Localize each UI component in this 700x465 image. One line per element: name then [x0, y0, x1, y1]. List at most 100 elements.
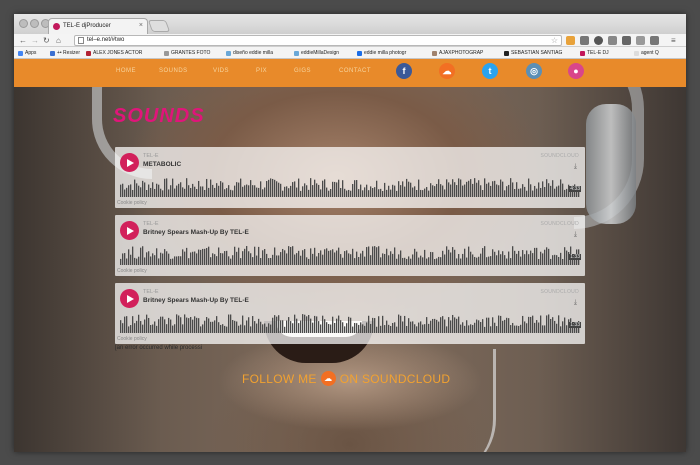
bookmark-icon [50, 50, 55, 56]
browser-window: TEL-E djProducer × ← → ↻ ⌂ tel–e.net/#tw… [14, 14, 686, 452]
bookmarks-bar: Apps +• Resizer ALEX JONES ACTOR GRANTES FO… [14, 47, 686, 59]
follow-text: FOLLOW ME [242, 371, 317, 386]
track-title[interactable]: METABOLIC [143, 161, 181, 168]
tab-title: TEL-E djProducer [63, 23, 111, 29]
instagram-icon[interactable]: ◎ [526, 63, 542, 79]
home-icon[interactable]: ⌂ [56, 35, 61, 46]
waveform[interactable] [120, 313, 580, 333]
bookmark-label: Apps [25, 50, 37, 56]
browser-toolbar: ← → ↻ ⌂ tel–e.net/#two ☆ ≡ [14, 34, 686, 47]
track-duration: 1:33 [569, 322, 581, 328]
page-viewport: HOME SOUNDS VIDS PIX GIGS CONTACT f ☁ t ◎ ● SOUNDS… [14, 59, 686, 452]
soundcloud-player: TEL-E Britney Spears Mash-Up By TEL-E SOUN… [115, 283, 585, 344]
bookmark-icon [432, 50, 437, 56]
soundcloud-icon: ☁ [320, 371, 336, 386]
dribbble-icon[interactable]: ● [568, 63, 584, 79]
bookmark-item[interactable]: Apps [18, 50, 36, 56]
bookmark-item[interactable]: ALEX JONES ACTOR [86, 50, 142, 56]
headphone-cup [586, 104, 636, 224]
soundcloud-player: TEL-E Britney Spears Mash-Up By TEL-E SOUN… [115, 215, 585, 276]
track-title[interactable]: Britney Spears Mash-Up By TEL-E [143, 229, 249, 236]
bookmark-icon [86, 50, 91, 56]
cookie-policy-link[interactable]: Cookie policy [117, 336, 147, 342]
play-button[interactable] [120, 221, 139, 240]
bookmark-label: TEL-E DJ [587, 50, 609, 56]
download-icon[interactable]: ⤓ [574, 163, 577, 171]
track-artist[interactable]: TEL-E [143, 221, 159, 227]
address-url: tel–e.net/#two [87, 37, 125, 43]
track-artist[interactable]: TEL-E [143, 289, 159, 295]
bookmark-label: GRANTES FOTO [171, 50, 211, 56]
tab-strip: TEL-E djProducer × [14, 14, 686, 34]
site-nav: HOME SOUNDS VIDS PIX GIGS CONTACT f ☁ t ◎ ● [14, 59, 686, 87]
waveform[interactable] [120, 245, 580, 265]
nav-link-gigs[interactable]: GIGS [294, 68, 311, 74]
bookmark-label: eddie milla photogr [364, 50, 407, 56]
bookmark-icon [504, 50, 509, 56]
play-button[interactable] [120, 289, 139, 308]
track-artist[interactable]: TEL-E [143, 153, 159, 159]
twitter-icon[interactable]: t [482, 63, 498, 79]
address-bar[interactable]: tel–e.net/#two ☆ [74, 35, 562, 46]
bookmark-item[interactable]: +• Resizer [50, 50, 80, 56]
minimize-window-button[interactable] [30, 19, 39, 28]
download-icon[interactable]: ⤓ [574, 299, 577, 307]
cookie-policy-link[interactable]: Cookie policy [117, 268, 147, 274]
bookmark-icon [357, 50, 362, 56]
cookie-policy-link[interactable]: Cookie policy [117, 200, 147, 206]
menu-icon[interactable]: ≡ [671, 35, 676, 46]
bookmark-item[interactable]: TEL-E DJ [580, 50, 609, 56]
soundcloud-logo[interactable]: SOUNDCLOUD [540, 153, 579, 159]
nav-link-pix[interactable]: PIX [256, 68, 267, 74]
extension-icon[interactable] [622, 36, 631, 45]
new-tab-button[interactable] [147, 20, 171, 32]
extension-icon[interactable] [566, 36, 575, 45]
close-tab-icon[interactable]: × [139, 22, 143, 29]
bookmark-icon [634, 50, 639, 56]
extension-icon[interactable] [580, 36, 589, 45]
soundcloud-icon[interactable]: ☁ [439, 63, 455, 79]
follow-soundcloud-link[interactable]: FOLLOW ME ☁ ON SOUNDCLOUD [242, 371, 450, 386]
bookmark-item[interactable]: eddie milla photogr [357, 50, 406, 56]
bookmark-item[interactable]: AJAXPHOTOGRAP [432, 50, 483, 56]
soundcloud-logo[interactable]: SOUNDCLOUD [540, 221, 579, 227]
back-icon[interactable]: ← [19, 35, 27, 46]
section-title: SOUNDS [113, 105, 205, 127]
bookmark-item[interactable]: agent Q [634, 50, 659, 56]
bookmark-label: diseño eddie milla [233, 50, 274, 56]
nav-link-vids[interactable]: VIDS [213, 68, 229, 74]
bookmark-label: SEBASTIAN SANTIAG [511, 50, 563, 56]
bookmark-icon [226, 50, 231, 56]
bookmark-item[interactable]: SEBASTIAN SANTIAG [504, 50, 562, 56]
bookmark-label: agent Q [641, 50, 659, 56]
extension-icon[interactable] [608, 36, 617, 45]
bookmark-label: eddieMillaDesign [301, 50, 340, 56]
bookmark-icon [580, 50, 585, 56]
soundcloud-logo[interactable]: SOUNDCLOUD [540, 289, 579, 295]
headphone-cord [406, 349, 496, 452]
bookmark-item[interactable]: eddieMillaDesign [294, 50, 339, 56]
bookmark-item[interactable]: GRANTES FOTO [164, 50, 210, 56]
waveform[interactable] [120, 177, 580, 197]
play-button[interactable] [120, 153, 139, 172]
reload-icon[interactable]: ↻ [43, 35, 50, 46]
extension-icon[interactable] [636, 36, 645, 45]
follow-text: ON SOUNDCLOUD [339, 371, 451, 386]
gear-icon[interactable] [594, 36, 603, 45]
close-window-button[interactable] [19, 19, 28, 28]
track-title[interactable]: Britney Spears Mash-Up By TEL-E [143, 297, 249, 304]
bookmark-star-icon[interactable]: ☆ [551, 36, 558, 45]
bookmark-icon [164, 50, 169, 56]
bookmark-label: +• Resizer [57, 50, 81, 56]
nav-link-contact[interactable]: CONTACT [339, 68, 371, 74]
facebook-icon[interactable]: f [396, 63, 412, 79]
extension-icon[interactable] [650, 36, 659, 45]
download-icon[interactable]: ⤓ [574, 231, 577, 239]
forward-icon[interactable]: → [31, 35, 39, 46]
bookmark-icon [18, 50, 23, 56]
browser-tab[interactable]: TEL-E djProducer × [48, 18, 148, 34]
nav-link-sounds[interactable]: SOUNDS [159, 68, 188, 74]
bookmark-icon [294, 50, 299, 56]
bookmark-item[interactable]: diseño eddie milla [226, 50, 273, 56]
nav-link-home[interactable]: HOME [116, 68, 136, 74]
